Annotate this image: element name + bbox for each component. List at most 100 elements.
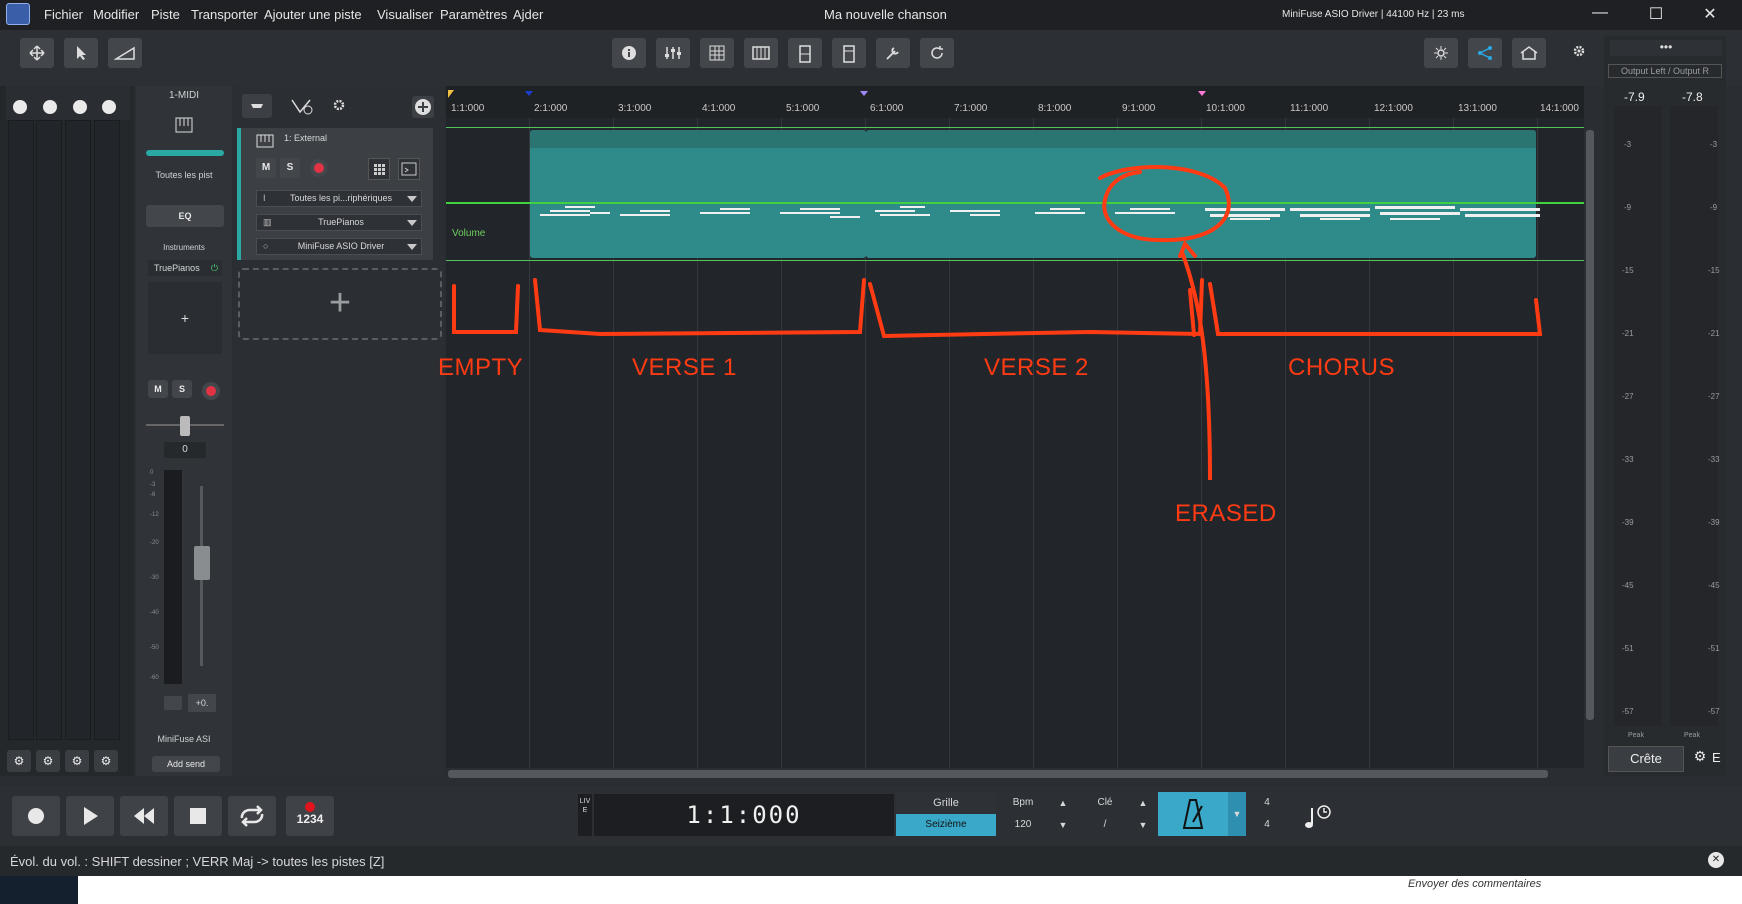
status-close-icon[interactable]: ✕ [1708, 852, 1724, 868]
effects-button[interactable] [1424, 38, 1458, 68]
track-input-dropdown[interactable]: I Toutes les pi...riphériques [256, 190, 422, 207]
meter-output-header[interactable]: Output Left / Output R [1608, 64, 1722, 78]
meter-e-label: E [1712, 750, 1721, 765]
bpm-value[interactable]: 120 [998, 814, 1048, 836]
automation-icon[interactable] [290, 96, 314, 116]
record-arm-2[interactable] [43, 100, 57, 114]
output-label[interactable]: MiniFuse ASI [136, 734, 232, 744]
record-arm-3[interactable] [73, 100, 87, 114]
pan-slider-handle[interactable] [180, 416, 190, 436]
record-button[interactable] [202, 382, 220, 400]
rewind-button[interactable] [120, 796, 168, 836]
power-icon[interactable]: ⏻ [211, 260, 218, 276]
horizontal-scrollbar[interactable] [446, 768, 1584, 780]
mute-button[interactable]: M [148, 380, 168, 398]
add-track-header-button[interactable] [412, 96, 434, 118]
bar-label: 2:1:000 [534, 103, 568, 114]
move-tool-button[interactable] [20, 38, 54, 68]
instruments-label: Instruments [163, 243, 205, 252]
midi-keyboard-button[interactable] [832, 38, 866, 68]
meter-settings-gear-icon[interactable]: ⚙ [1690, 748, 1710, 770]
tuner-button[interactable] [876, 38, 910, 68]
channel-settings-gear-icon[interactable]: ⚙ [7, 750, 31, 772]
menu-transporter[interactable]: Transporter [191, 7, 258, 22]
track-name[interactable]: 1: External [284, 133, 327, 143]
play-button[interactable] [66, 796, 114, 836]
volume-fader-handle[interactable] [194, 546, 210, 580]
settings-gear-icon[interactable] [1572, 44, 1586, 58]
menu-parametres[interactable]: Paramètres [440, 7, 507, 22]
count-in-button[interactable]: 1234 [286, 796, 334, 836]
channel-settings-gear-icon[interactable]: ⚙ [36, 750, 60, 772]
record-arm-4[interactable] [102, 100, 116, 114]
info-icon [622, 46, 636, 60]
keyboard-button[interactable] [788, 38, 822, 68]
solo-button[interactable]: S [172, 380, 192, 398]
add-track-button[interactable]: + [238, 268, 442, 340]
position-display[interactable]: 1:1:000 [594, 794, 894, 836]
track-instrument-dropdown[interactable]: ▥ TruePianos [256, 214, 422, 231]
track-menu-button[interactable] [242, 94, 272, 118]
add-send-button[interactable]: Add send [152, 756, 220, 772]
loop-view-button[interactable] [920, 38, 954, 68]
mixer-button[interactable] [656, 38, 690, 68]
metronome-button[interactable] [1158, 792, 1228, 836]
app-logo-icon[interactable] [6, 3, 30, 25]
link-button[interactable] [164, 696, 182, 710]
volume-value[interactable]: 0 [164, 442, 206, 458]
key-up-icon[interactable]: ▲ [1132, 792, 1154, 814]
drum-grid-button[interactable] [700, 38, 734, 68]
meter-menu-button[interactable]: ••• [1610, 40, 1722, 56]
record-arm-1[interactable] [13, 100, 27, 114]
maximize-button[interactable]: ☐ [1636, 4, 1676, 26]
key-down-icon[interactable]: ▼ [1132, 814, 1154, 836]
time-signature-top[interactable]: 4 [1252, 792, 1282, 814]
volume-envelope-icon [114, 46, 135, 60]
info-button[interactable] [612, 38, 646, 68]
menu-piste[interactable]: Piste [151, 7, 180, 22]
grid-value[interactable]: Seizième [896, 814, 996, 836]
feedback-link[interactable]: Envoyer des commentaires [1408, 878, 1541, 890]
close-button[interactable]: ✕ [1690, 4, 1730, 26]
pan-value[interactable]: +0. [188, 694, 216, 712]
vertical-scrollbar[interactable] [1584, 118, 1596, 738]
record-button[interactable] [12, 796, 60, 836]
bpm-down-icon[interactable]: ▼ [1052, 814, 1074, 836]
plugin-window-icon[interactable] [398, 158, 420, 180]
add-instrument-slot[interactable]: + [148, 282, 222, 354]
drum-pad-icon[interactable] [368, 158, 390, 180]
share-button[interactable] [1468, 38, 1502, 68]
volume-tool-button[interactable] [108, 38, 142, 68]
track-settings-gear-icon[interactable] [332, 98, 346, 112]
menu-modifier[interactable]: Modifier [93, 7, 139, 22]
metronome-dropdown-icon[interactable]: ▼ [1228, 792, 1246, 836]
instrument-slot[interactable]: TruePianos ⏻ [148, 260, 222, 276]
eq-button[interactable]: EQ [146, 205, 224, 227]
menu-fichier[interactable]: Fichier [44, 7, 83, 22]
time-signature-bottom[interactable]: 4 [1252, 814, 1282, 836]
menu-visualiser[interactable]: Visualiser [377, 7, 433, 22]
stop-button[interactable] [174, 796, 222, 836]
menu-ajouter-piste[interactable]: Ajouter une piste [264, 7, 362, 22]
key-value[interactable]: / [1080, 814, 1130, 836]
grid-label: Grille [896, 792, 996, 814]
channel-settings-gear-icon[interactable]: ⚙ [65, 750, 89, 772]
piano-roll-button[interactable] [744, 38, 778, 68]
bpm-up-icon[interactable]: ▲ [1052, 792, 1074, 814]
track-record-button[interactable] [310, 159, 328, 177]
track-solo-button[interactable]: S [280, 158, 300, 178]
track-output-dropdown[interactable]: ○ MiniFuse ASIO Driver [256, 238, 422, 255]
channel-settings-gear-icon[interactable]: ⚙ [94, 750, 118, 772]
channel-column [94, 120, 120, 740]
tuner-note-button[interactable] [1296, 796, 1344, 836]
minimize-button[interactable]: — [1580, 4, 1620, 26]
refresh-icon [931, 46, 943, 59]
live-label[interactable]: LIVE [578, 794, 592, 836]
ruler-markers[interactable] [446, 88, 1584, 102]
select-tool-button[interactable] [64, 38, 98, 68]
menu-aide[interactable]: Ajder [513, 7, 543, 22]
export-button[interactable] [1512, 38, 1546, 68]
track-mute-button[interactable]: M [256, 158, 276, 178]
loop-button[interactable] [228, 796, 276, 836]
crete-button[interactable]: Crête [1608, 746, 1684, 772]
